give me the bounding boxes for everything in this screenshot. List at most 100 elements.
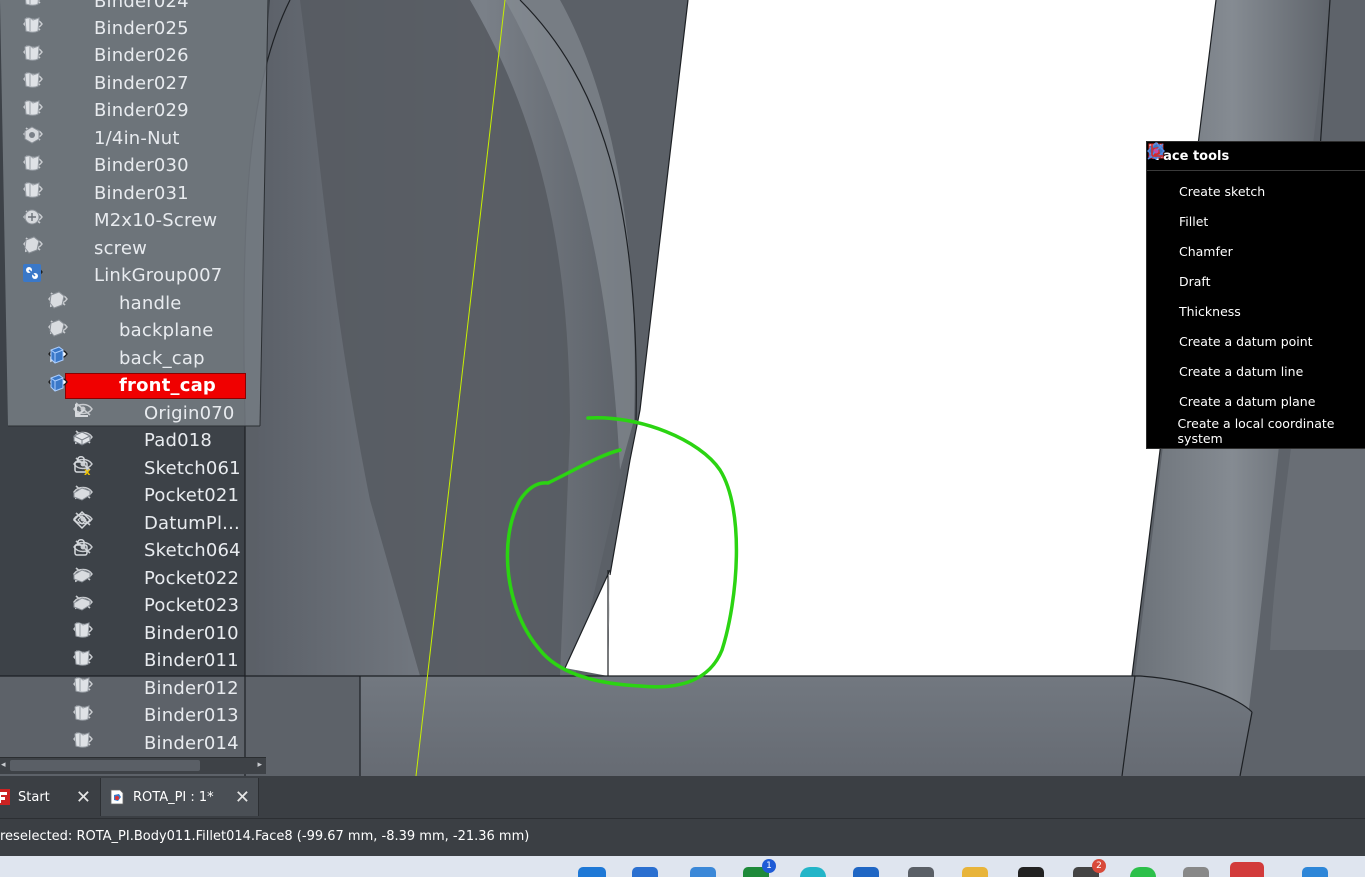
- tree-item[interactable]: ▶Pad018: [72, 428, 212, 454]
- hidden-eye-icon[interactable]: [23, 154, 66, 175]
- visibility-eye-icon[interactable]: [48, 376, 91, 395]
- app-icon[interactable]: [853, 867, 879, 877]
- hidden-eye-icon[interactable]: [48, 319, 91, 340]
- tree-item[interactable]: ▼front_cap: [47, 373, 216, 399]
- visibility-eye-icon[interactable]: [48, 348, 91, 367]
- hidden-eye-icon[interactable]: [23, 44, 66, 65]
- tree-item[interactable]: Binder024: [22, 0, 189, 14]
- tab-rota-pi-label: ROTA_PI : 1*: [133, 789, 214, 805]
- tree-item[interactable]: ▶Pocket023: [72, 593, 239, 619]
- tree-item[interactable]: ▶back_cap: [47, 345, 205, 371]
- visibility-eye-icon[interactable]: [23, 266, 66, 285]
- face-tools-menu-item[interactable]: Chamfer: [1147, 145, 1365, 266]
- tree-item[interactable]: Sketch064: [72, 538, 241, 564]
- hidden-eye-icon[interactable]: [73, 704, 116, 725]
- face-tools-menu-item[interactable]: Thickness: [1147, 144, 1365, 326]
- app-icon[interactable]: [1130, 867, 1156, 877]
- face-tools-item-label: Chamfer: [1179, 243, 1233, 259]
- hidden-eye-icon[interactable]: [73, 732, 116, 752]
- app-icon[interactable]: [1018, 867, 1044, 877]
- scroll-left-icon[interactable]: ◂: [1, 760, 6, 770]
- tree-item[interactable]: Binder013: [72, 703, 239, 729]
- app-icon[interactable]: [690, 867, 716, 877]
- tree-item[interactable]: ▼LinkGroup007: [22, 263, 222, 289]
- hidden-eye-icon[interactable]: [23, 72, 66, 92]
- binder-icon: [24, 72, 88, 93]
- tree-item[interactable]: Binder026: [22, 43, 189, 69]
- tree-item[interactable]: ▶Pocket021: [72, 483, 239, 509]
- hidden-eye-icon[interactable]: [73, 567, 116, 587]
- tree-item[interactable]: ▶backplane: [47, 318, 214, 344]
- hidden-eye-icon[interactable]: [48, 292, 91, 312]
- hidden-eye-icon[interactable]: [73, 457, 116, 477]
- tree-item[interactable]: Binder012: [72, 675, 239, 701]
- scrollbar-thumb[interactable]: [10, 760, 200, 771]
- tree-item[interactable]: Binder027: [22, 70, 189, 96]
- tree-item[interactable]: ▶Pocket022: [72, 565, 239, 591]
- face-tools-menu-item[interactable]: Create a datum point: [1147, 148, 1365, 356]
- hidden-eye-icon[interactable]: [73, 649, 116, 670]
- binder-icon: [24, 182, 88, 203]
- hidden-eye-icon[interactable]: [23, 17, 66, 37]
- app-icon[interactable]: [1302, 867, 1328, 877]
- app-icon[interactable]: [632, 867, 658, 877]
- freecad-taskbar-icon[interactable]: [1230, 862, 1264, 877]
- face-tools-menu-item[interactable]: Create a local coordinate system: [1147, 144, 1365, 446]
- folder-icon[interactable]: [962, 867, 988, 877]
- face-tools-item-label: Create a datum point: [1179, 333, 1313, 349]
- hidden-eye-icon[interactable]: [23, 237, 66, 257]
- close-icon[interactable]: ✕: [76, 787, 91, 808]
- tree-item[interactable]: M2x10-Screw: [22, 208, 217, 234]
- tree-item[interactable]: Binder011: [72, 648, 239, 674]
- tree-item[interactable]: Binder029: [22, 98, 189, 124]
- nut-icon: [24, 126, 88, 148]
- tree-item[interactable]: Binder031: [22, 180, 189, 206]
- pocket-icon: [73, 568, 138, 588]
- hidden-eye-icon[interactable]: [73, 484, 116, 505]
- face-tools-menu-item[interactable]: Fillet: [1147, 145, 1365, 236]
- face-tools-menu-item[interactable]: Draft: [1147, 144, 1365, 296]
- hidden-eye-icon[interactable]: [23, 99, 66, 120]
- 3d-viewport[interactable]: Binder024 Binder025 Binder026 Binder027 Bind…: [0, 0, 1365, 776]
- tree-item-label: Binder013: [144, 705, 239, 726]
- scroll-right-icon[interactable]: ▸: [257, 760, 262, 770]
- tree-item[interactable]: 1/4in-Nut: [22, 125, 180, 151]
- tree-item[interactable]: x Sketch061: [72, 455, 241, 481]
- face-tools-menu-item[interactable]: Create a datum plane: [1147, 142, 1365, 416]
- tree-item[interactable]: DatumPl...: [72, 510, 240, 536]
- hidden-eye-icon[interactable]: [73, 677, 116, 697]
- hidden-eye-icon[interactable]: [23, 209, 66, 230]
- hidden-eye-icon[interactable]: [73, 512, 116, 532]
- tree-item[interactable]: Binder030: [22, 153, 189, 179]
- model-tree[interactable]: Binder024 Binder025 Binder026 Binder027 Bind…: [0, 0, 268, 776]
- hidden-eye-icon[interactable]: [23, 127, 66, 147]
- windows-start-icon[interactable]: [578, 867, 606, 877]
- tree-item-label: M2x10-Screw: [94, 210, 218, 231]
- hidden-eye-icon[interactable]: [73, 402, 116, 422]
- face-tools-popup[interactable]: Face tools Create sketch Fillet Chamfer Dra…: [1146, 141, 1365, 449]
- tree-item-label: LinkGroup007: [94, 265, 223, 286]
- create-sketch-icon: [1148, 143, 1175, 200]
- hidden-eye-icon[interactable]: [73, 429, 116, 450]
- app-icon[interactable]: [908, 867, 934, 877]
- face-tools-menu-item[interactable]: Create sketch: [1147, 143, 1365, 206]
- hidden-eye-icon[interactable]: [73, 622, 116, 642]
- tab-start[interactable]: Start ✕: [0, 778, 99, 816]
- close-icon[interactable]: ✕: [235, 787, 250, 808]
- hidden-eye-icon[interactable]: [23, 182, 66, 202]
- face-tools-menu-item[interactable]: Create a datum line: [1147, 143, 1365, 386]
- hidden-eye-icon[interactable]: [25, 0, 66, 10]
- app-icon[interactable]: [800, 867, 826, 877]
- tree-item[interactable]: ▶screw: [22, 235, 147, 261]
- tree-item[interactable]: Binder010: [72, 620, 239, 646]
- tree-item[interactable]: ▶handle: [47, 290, 182, 316]
- hidden-eye-icon[interactable]: [73, 539, 116, 560]
- tree-item[interactable]: Binder025: [22, 15, 189, 41]
- hidden-eye-icon[interactable]: [73, 594, 116, 615]
- tree-item[interactable]: Binder014: [72, 730, 239, 756]
- app-icon[interactable]: [1183, 867, 1209, 877]
- tree-horizontal-scrollbar[interactable]: ◂ ▸: [0, 757, 266, 774]
- tree-item[interactable]: ▶ Origin070: [72, 400, 235, 426]
- tab-rota-pi[interactable]: ROTA_PI : 1* ✕: [100, 778, 259, 816]
- tree-item-label: Binder029: [94, 100, 189, 121]
